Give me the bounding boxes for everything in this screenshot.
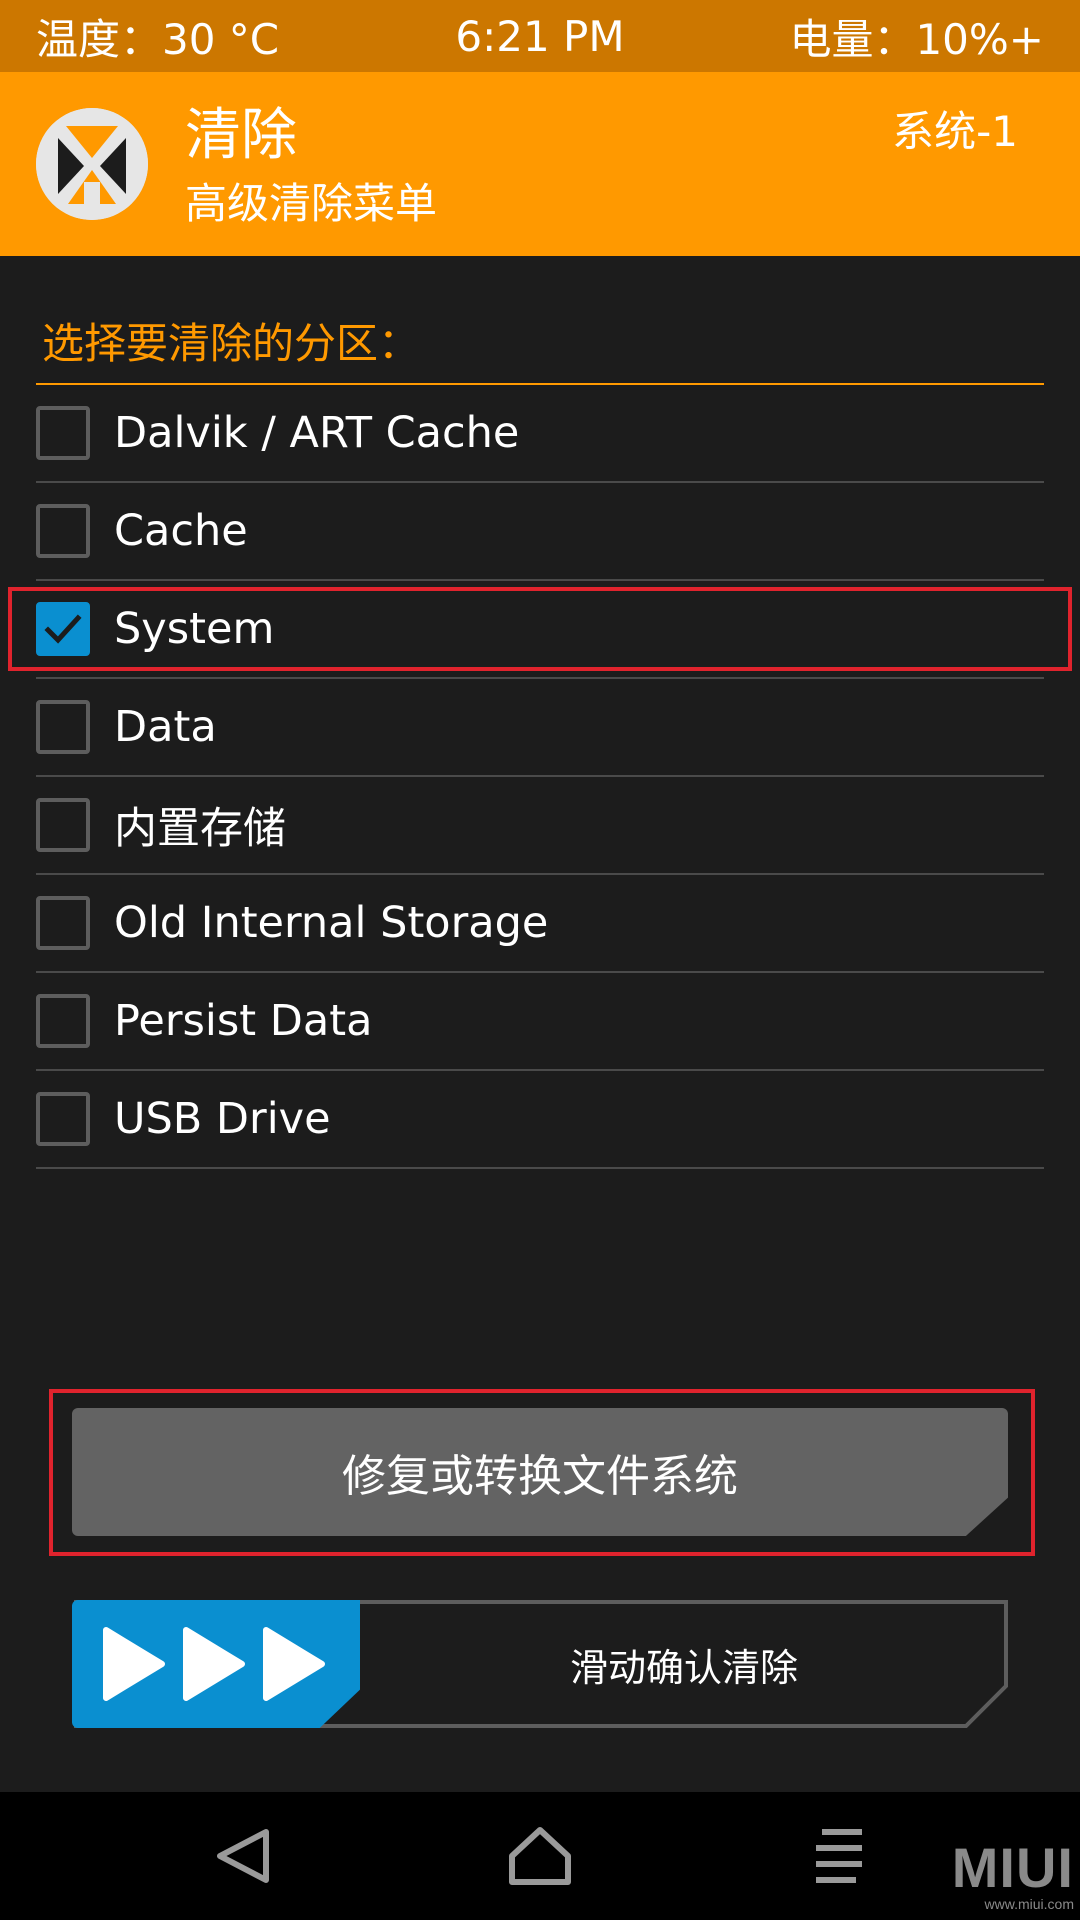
system-slot-label: 系统-1 [892, 107, 1018, 156]
temperature-readout: 温度：30 °C [36, 14, 280, 64]
partition-label: USB Drive [114, 1094, 331, 1144]
partition-label: Old Internal Storage [114, 898, 549, 948]
partition-row-cache[interactable]: Cache [36, 483, 1044, 581]
partition-list: Dalvik / ART Cache Cache System Data 内置存… [36, 385, 1044, 1169]
app-header: 清除 高级清除菜单 系统-1 [0, 72, 1080, 256]
checkbox[interactable] [36, 994, 90, 1048]
status-bar: 温度：30 °C 6:21 PM 电量：10%+ [0, 0, 1080, 72]
checkbox[interactable] [36, 1092, 90, 1146]
checkbox[interactable] [36, 896, 90, 950]
repair-filesystem-button[interactable]: 修复或转换文件系统 [72, 1408, 1008, 1536]
checkbox[interactable] [36, 798, 90, 852]
partition-row-internal-storage[interactable]: 内置存储 [36, 777, 1044, 875]
checkbox[interactable] [36, 504, 90, 558]
clock: 6:21 PM [455, 11, 625, 61]
watermark-brand: MIUI [951, 1836, 1074, 1899]
back-triangle-icon[interactable] [202, 1816, 282, 1896]
miui-watermark: MIUI www.miui.com [951, 1836, 1074, 1913]
partition-label: Persist Data [114, 996, 373, 1046]
partition-row-usb-drive[interactable]: USB Drive [36, 1071, 1044, 1169]
checkbox[interactable] [36, 406, 90, 460]
partition-label: Data [114, 702, 217, 752]
partition-label: Dalvik / ART Cache [114, 408, 520, 458]
highlight-box-system [8, 587, 1072, 671]
partition-row-old-internal-storage[interactable]: Old Internal Storage [36, 875, 1044, 973]
page-subtitle: 高级清除菜单 [185, 179, 438, 228]
triple-arrow-icon [103, 1627, 325, 1701]
page-title: 清除 [185, 103, 297, 168]
menu-lines-icon[interactable] [800, 1816, 880, 1896]
twrp-logo-icon [36, 108, 148, 220]
checkbox[interactable] [36, 700, 90, 754]
partition-row-data[interactable]: Data [36, 679, 1044, 777]
partition-row-dalvik[interactable]: Dalvik / ART Cache [36, 385, 1044, 483]
partition-label: Cache [114, 506, 248, 556]
partition-label: 内置存储 [114, 804, 286, 854]
section-label: 选择要清除的分区： [42, 319, 421, 368]
battery-readout: 电量：10%+ [789, 14, 1044, 64]
navigation-bar: MIUI www.miui.com [0, 1792, 1080, 1920]
slider-label: 滑动确认清除 [569, 1645, 798, 1690]
partition-row-persist-data[interactable]: Persist Data [36, 973, 1044, 1071]
swipe-to-wipe-slider[interactable]: 滑动确认清除 [72, 1600, 1008, 1728]
slider-handle[interactable] [72, 1600, 360, 1728]
home-icon[interactable] [500, 1816, 580, 1896]
